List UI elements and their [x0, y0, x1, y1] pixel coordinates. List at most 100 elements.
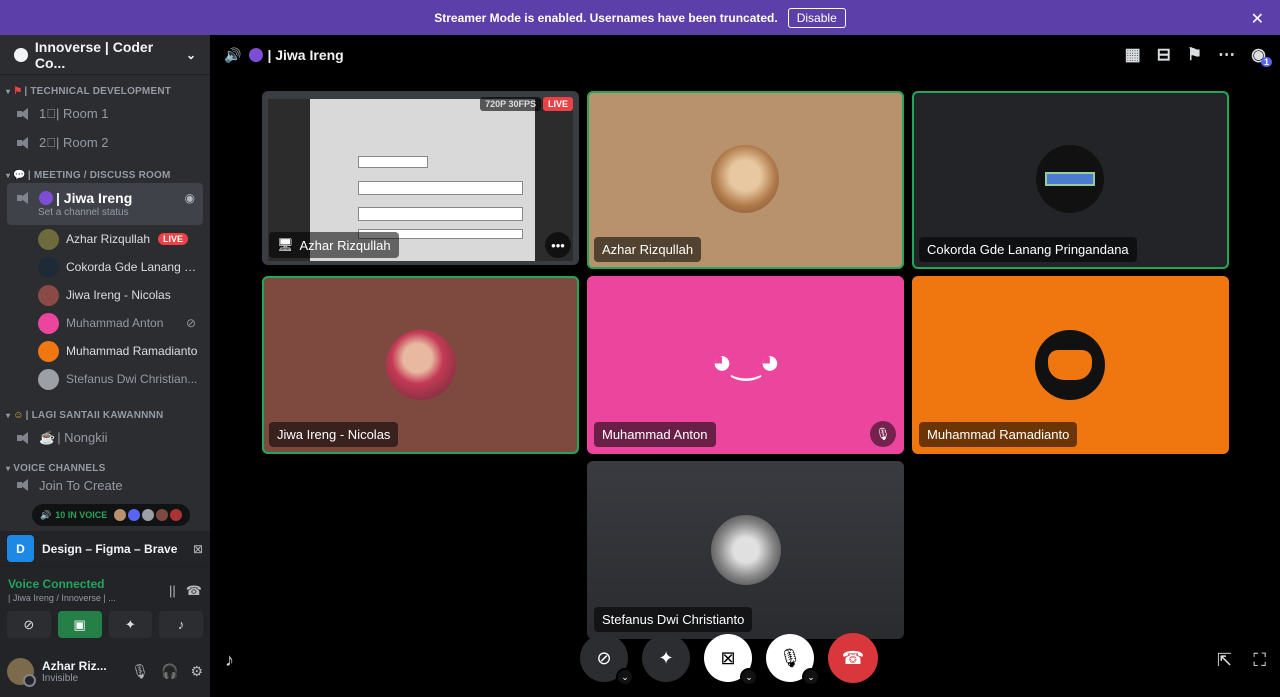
server-icon: [14, 47, 28, 62]
category-voice[interactable]: ▾ VOICE CHANNELS: [0, 460, 210, 476]
member-name: Azhar Rizqullah: [66, 232, 151, 246]
voice-member[interactable]: Stefanus Dwi Christian...: [0, 365, 210, 393]
headphones-icon[interactable]: 🎧: [161, 663, 178, 680]
chevron-down-icon: ▾: [6, 463, 11, 473]
voice-channel-path[interactable]: | Jiwa Ireng / Innoverse | ...: [8, 593, 169, 603]
speaker-icon: 🔊: [40, 509, 52, 520]
more-options-button[interactable]: •••: [545, 232, 571, 258]
category-santai[interactable]: ▾ ☺ | LAGI SANTAII KAWANNNN: [0, 407, 210, 423]
chevron-down-icon[interactable]: ⌄: [802, 668, 820, 686]
participant-tile-ramadianto[interactable]: Muhammad Ramadianto: [912, 276, 1229, 454]
live-badge: LIVE: [542, 97, 573, 111]
voice-status[interactable]: Voice Connected: [8, 577, 169, 591]
avatar: [38, 312, 59, 334]
fullscreen-icon[interactable]: ⛶: [1253, 650, 1266, 671]
category-label: VOICE CHANNELS: [13, 462, 106, 474]
activity-row[interactable]: D Design – Figma – Brave ⊠: [0, 531, 210, 567]
channel-status[interactable]: Set a channel status: [16, 207, 203, 218]
coffee-icon: ☕: [39, 429, 56, 445]
chat-icon[interactable]: ◉: [185, 191, 195, 205]
nametag: Stefanus Dwi Christianto: [594, 607, 753, 632]
stream-tile[interactable]: 720P 30FPS LIVE 🖥 Azhar Rizqullah •••: [262, 91, 579, 265]
participant-tile-anton[interactable]: ◕‿◕ Muhammad Anton 🎙: [587, 276, 904, 454]
participant-tile-cokorda[interactable]: Cokorda Gde Lanang Pringandana: [912, 91, 1229, 269]
chevron-down-icon: ⌄: [185, 47, 196, 62]
microphone-icon[interactable]: 🎙: [131, 663, 149, 680]
username[interactable]: Azhar Riz...: [42, 659, 107, 673]
screen-share-button[interactable]: ▣: [57, 611, 102, 638]
soundboard-button[interactable]: ♪: [159, 611, 203, 638]
voice-channel-jiwa-ireng[interactable]: | Jiwa Ireng ◉ Set a channel status: [7, 183, 203, 225]
category-label: | LAGI SANTAII KAWANNNN: [25, 409, 164, 421]
microphone-button[interactable]: 🎙 ⌄: [766, 634, 820, 686]
nametag: Muhammad Anton: [594, 422, 716, 447]
nametag: 🖥 Azhar Rizqullah: [269, 232, 399, 258]
category-meeting[interactable]: ▾ 💬 | MEETING / DISCUSS ROOM: [0, 167, 210, 183]
avatar: [128, 509, 141, 521]
disconnect-button[interactable]: ☎: [828, 633, 878, 683]
avatar: [38, 368, 59, 390]
participant-name: Azhar Rizqullah: [602, 242, 694, 257]
voice-channel-room-1[interactable]: 1⃣| Room 1: [0, 99, 210, 128]
voice-member[interactable]: Jiwa Ireng - Nicolas: [0, 281, 210, 309]
activities-button[interactable]: ✦: [108, 611, 153, 638]
stop-stream-icon[interactable]: ⊠: [193, 542, 203, 556]
channel-name: | Nongkii: [57, 430, 108, 445]
speaker-icon: [16, 107, 32, 121]
member-name: Stefanus Dwi Christian...: [66, 372, 198, 386]
channel-name: 1⃣| Room 1: [39, 106, 109, 121]
activities-button[interactable]: ✦: [642, 634, 690, 682]
disconnect-icon[interactable]: ☎: [186, 583, 202, 599]
pop-out-icon[interactable]: ⇱: [1217, 650, 1232, 671]
stop-streaming-button[interactable]: ⊠ ⌄: [704, 634, 758, 686]
disable-streamer-mode-button[interactable]: Disable: [787, 7, 846, 28]
channel-topbar: 🔊 | Jiwa Ireng ▦ ⊟ ⚑ ⋯ ◉ 1: [210, 35, 1280, 75]
in-voice-avatars: [112, 509, 183, 521]
noise-suppression-icon[interactable]: ||: [169, 583, 176, 599]
gear-icon[interactable]: ⚙: [190, 663, 203, 680]
participant-tile-jiwa[interactable]: Jiwa Ireng - Nicolas: [262, 276, 579, 454]
voice-channel-join-to-create[interactable]: Join To Create: [0, 476, 210, 494]
soundboard-icon[interactable]: ♪: [225, 650, 234, 671]
user-status: Invisible: [42, 672, 79, 684]
chevron-down-icon: ▾: [6, 86, 11, 96]
camera-off-button[interactable]: ⊘: [7, 611, 51, 638]
camera-toggle-button[interactable]: ⊘ ⌄: [580, 634, 634, 686]
stream-quality: 720P 30FPS: [480, 97, 541, 111]
in-voice-pill[interactable]: 🔊 10 IN VOICE: [32, 504, 191, 526]
bookmark-icon[interactable]: ⚑: [1187, 45, 1202, 65]
avatar: [38, 340, 59, 362]
grid-layout-icon[interactable]: ▦: [1125, 45, 1141, 65]
server-header[interactable]: Innoverse | Coder Co... ⌄: [0, 35, 210, 75]
voice-channel-nongkii[interactable]: ☕ | Nongkii: [0, 423, 210, 452]
voice-member[interactable]: Muhammad Ramadianto: [0, 337, 210, 365]
avatar: [38, 228, 59, 250]
voice-member[interactable]: Cokorda Gde Lanang P...: [0, 253, 210, 281]
participant-tile-stefanus[interactable]: Stefanus Dwi Christianto: [587, 461, 904, 639]
discord-logo-icon: ◕‿◕: [711, 343, 781, 381]
call-controls: ⊘ ⌄ ✦ ⊠ ⌄ 🎙 ⌄ ☎: [580, 633, 878, 686]
close-icon[interactable]: ✕: [1251, 9, 1264, 29]
category-technical[interactable]: ▾ ⚑ | TECHNICAL DEVELOPMENT: [0, 83, 210, 99]
chevron-down-icon[interactable]: ⌄: [740, 668, 758, 686]
chevron-down-icon[interactable]: ⌄: [616, 668, 634, 686]
avatar: [38, 256, 59, 278]
inbox-icon[interactable]: ⊟: [1157, 45, 1171, 65]
member-name: Jiwa Ireng - Nicolas: [66, 288, 171, 302]
participant-tile-azhar[interactable]: Azhar Rizqullah: [587, 91, 904, 269]
voice-channel-room-2[interactable]: 2⃣| Room 2: [0, 128, 210, 157]
more-icon[interactable]: ⋯: [1218, 45, 1235, 65]
voice-member[interactable]: Azhar Rizqullah LIVE: [0, 225, 210, 253]
threads-icon[interactable]: ◉ 1: [1251, 45, 1272, 67]
channel-name: 2⃣| Room 2: [39, 135, 109, 150]
nametag: Muhammad Ramadianto: [919, 422, 1078, 447]
avatar: [1035, 330, 1105, 400]
nametag: Azhar Rizqullah: [594, 237, 702, 262]
chevron-down-icon: ▾: [6, 170, 11, 180]
avatar[interactable]: [7, 657, 36, 687]
monitor-icon: 🖥: [277, 237, 294, 252]
avatar: [1036, 145, 1104, 213]
avatar: [386, 330, 456, 400]
chevron-down-icon: ▾: [6, 410, 11, 420]
voice-member[interactable]: Muhammad Anton ⊘: [0, 309, 210, 337]
